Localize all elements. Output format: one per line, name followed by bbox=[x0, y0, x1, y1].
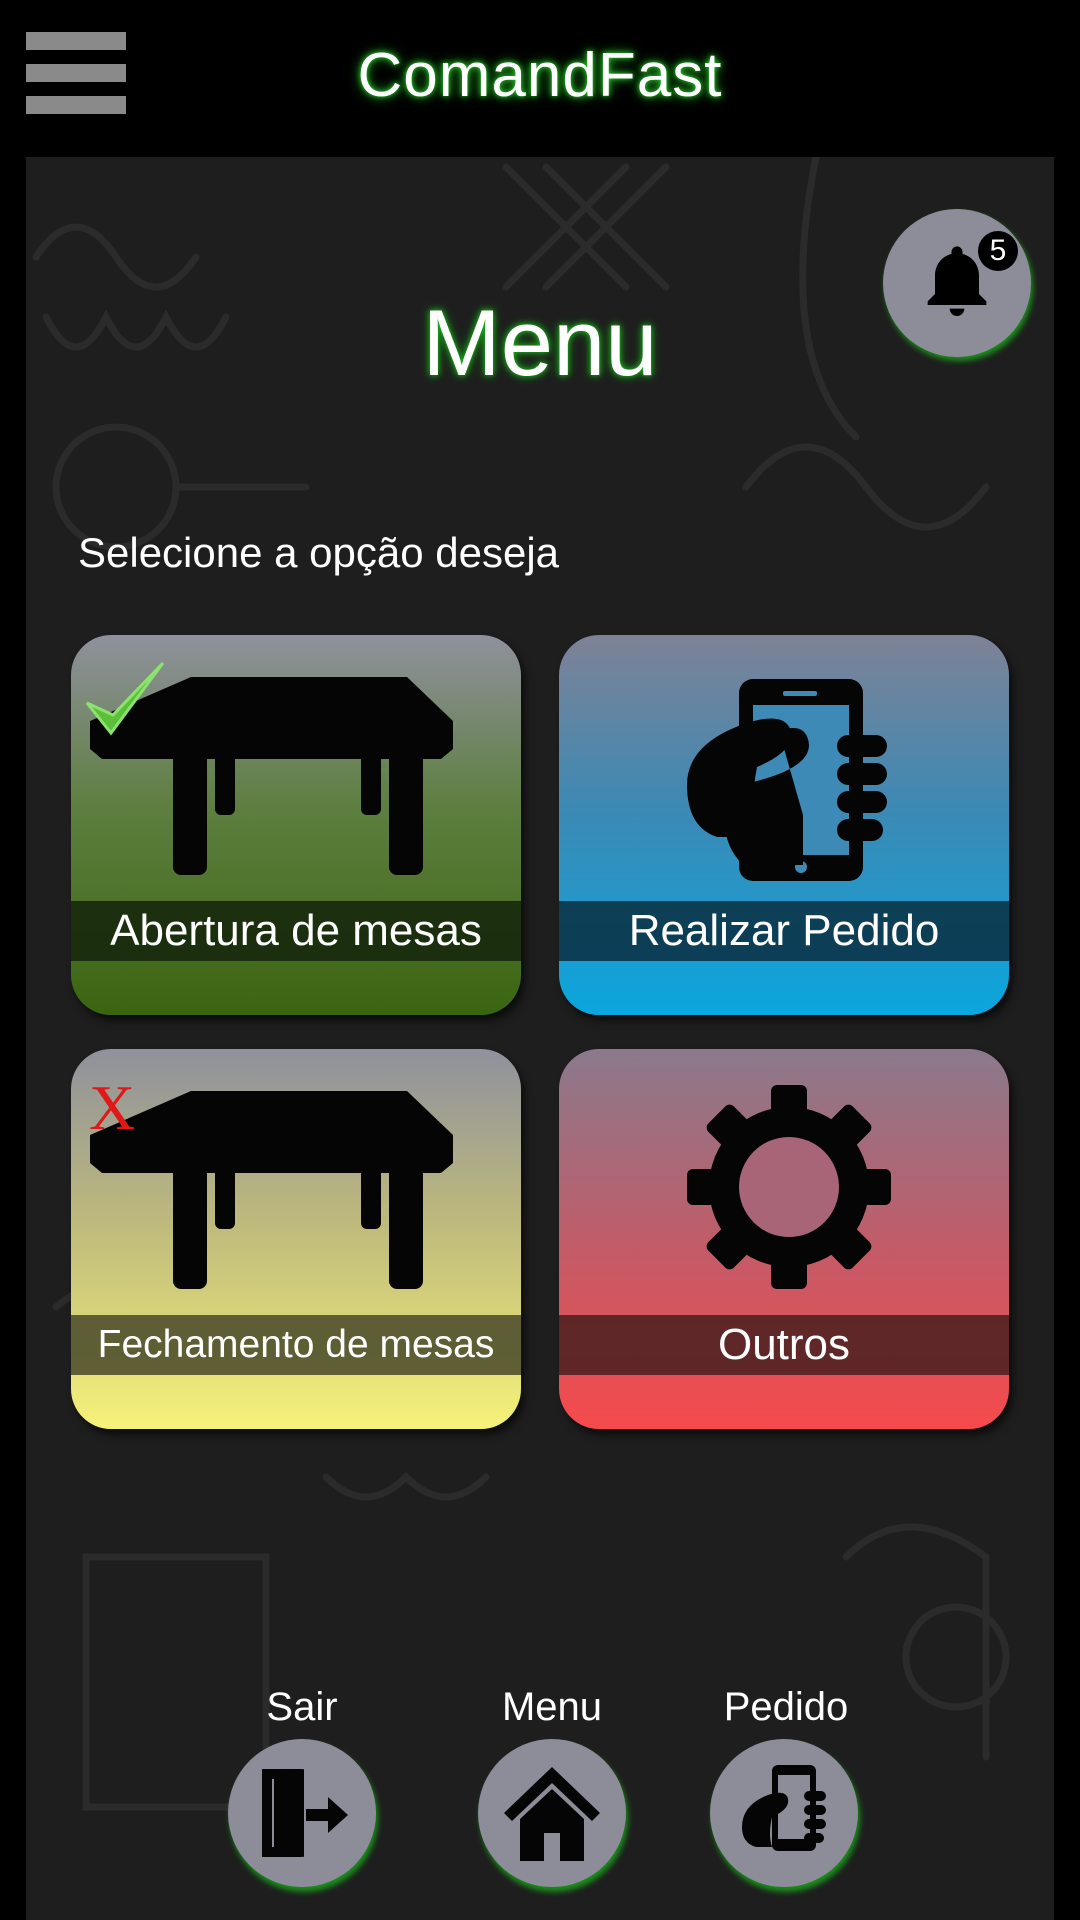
nav-menu-button[interactable] bbox=[478, 1739, 626, 1887]
home-icon bbox=[504, 1767, 600, 1861]
realizar-pedido-button[interactable]: Realizar Pedido bbox=[559, 635, 1009, 1015]
page-subtitle: Selecione a opção deseja bbox=[78, 529, 560, 576]
checkmark-icon bbox=[85, 661, 165, 736]
fechamento-de-mesas-button[interactable]: X Fechamento de mesas bbox=[71, 1049, 521, 1429]
tile-label: Outros bbox=[559, 1315, 1009, 1375]
hand-phone-icon bbox=[687, 679, 887, 881]
top-bar: ComandFast bbox=[0, 0, 1080, 157]
app-title: ComandFast bbox=[357, 41, 723, 110]
x-mark-icon: X bbox=[89, 1072, 136, 1143]
page-title: Menu bbox=[422, 290, 658, 395]
nav-label-menu: Menu bbox=[501, 1685, 603, 1729]
abertura-de-mesas-button[interactable]: Abertura de mesas bbox=[71, 635, 521, 1015]
nav-label-sair: Sair bbox=[266, 1685, 338, 1729]
tile-label: Fechamento de mesas bbox=[71, 1315, 521, 1375]
table-icon bbox=[90, 1091, 453, 1289]
hand-phone-icon bbox=[742, 1765, 826, 1851]
gear-icon bbox=[687, 1085, 891, 1289]
exit-door-icon bbox=[262, 1769, 348, 1857]
background-doodles bbox=[32, 157, 1010, 1811]
main-panel: 5 Menu Selecione a opção deseja Abertura… bbox=[26, 157, 1054, 1920]
nav-label-pedido: Pedido bbox=[723, 1685, 849, 1729]
notification-count-badge: 5 bbox=[978, 231, 1018, 271]
tile-label: Realizar Pedido bbox=[559, 901, 1009, 961]
outros-button[interactable]: Outros bbox=[559, 1049, 1009, 1429]
nav-sair-button[interactable] bbox=[228, 1739, 376, 1887]
nav-pedido-button[interactable] bbox=[710, 1739, 858, 1887]
tile-label: Abertura de mesas bbox=[71, 901, 521, 961]
